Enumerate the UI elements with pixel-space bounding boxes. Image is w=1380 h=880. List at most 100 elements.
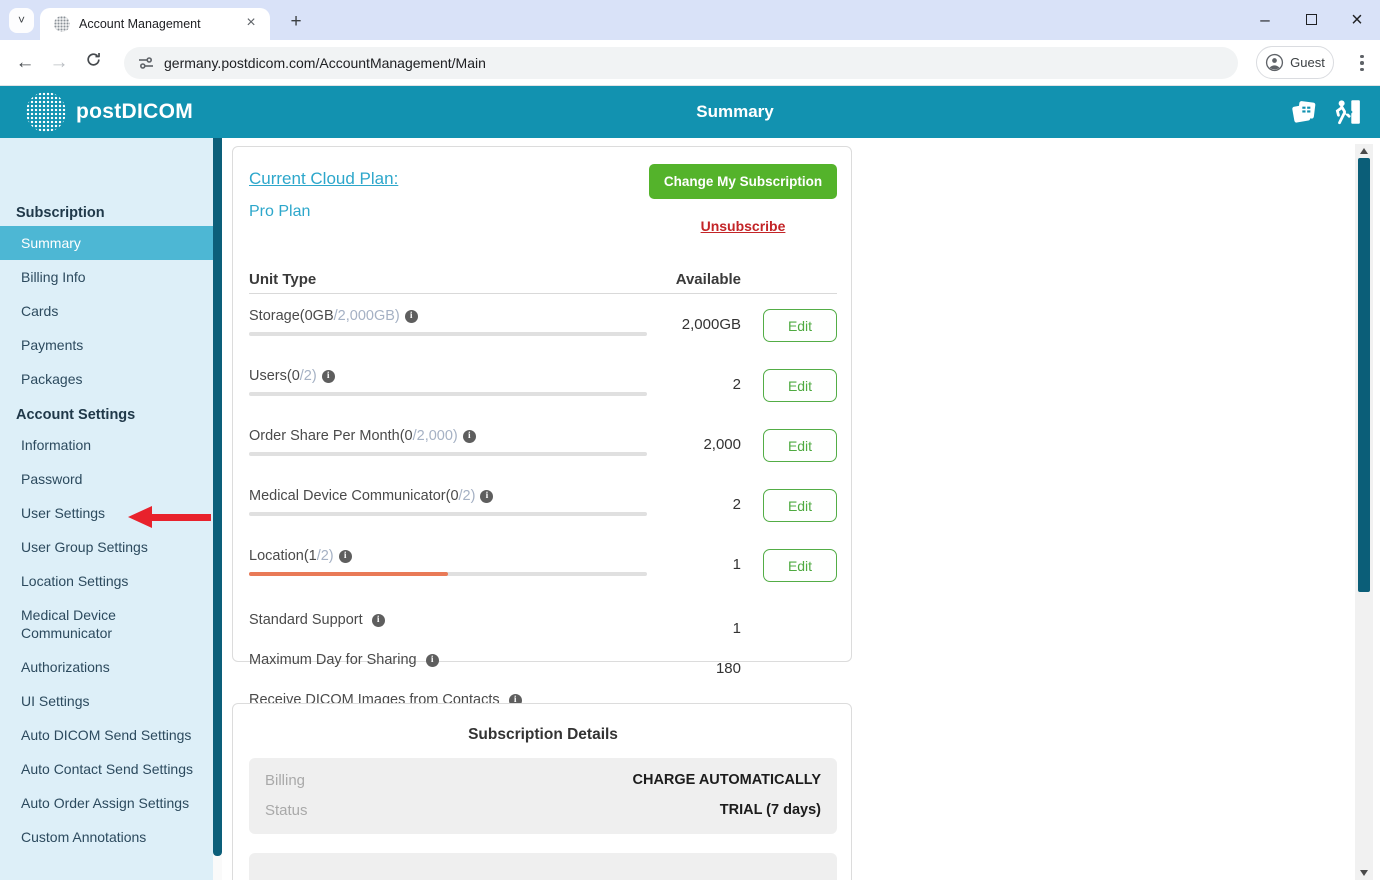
unsubscribe-link[interactable]: Unsubscribe — [649, 218, 837, 234]
maximize-button[interactable] — [1288, 10, 1334, 30]
profile-button[interactable]: Guest — [1256, 46, 1334, 79]
sidebar-item-medical-device-communicator[interactable]: Medical Device Communicator — [0, 598, 213, 650]
main-content: Current Cloud Plan: Pro Plan Change My S… — [222, 138, 1355, 880]
reload-icon — [85, 51, 102, 68]
sidebar-item-authorizations[interactable]: Authorizations — [0, 650, 213, 684]
plan-row-label: Standard Support i — [249, 612, 385, 628]
plan-row-label: Location(1/2)i — [249, 548, 352, 564]
info-icon[interactable]: i — [339, 550, 352, 563]
available-value: 2 — [621, 376, 741, 393]
brand-dots-icon — [26, 92, 66, 132]
logout-icon[interactable] — [1332, 97, 1362, 127]
sidebar-item-payments[interactable]: Payments — [0, 328, 213, 362]
details-value: TRIAL (7 days) — [720, 802, 821, 819]
sidebar-scrollbar-thumb[interactable] — [213, 138, 222, 856]
favicon-icon — [54, 16, 70, 32]
plan-row-storage: Storage(0GB/2,000GB)i2,000GBEdit — [233, 308, 853, 354]
edit-button[interactable]: Edit — [763, 369, 837, 402]
sidebar-item-password[interactable]: Password — [0, 462, 213, 496]
usage-bar — [249, 572, 647, 576]
plan-row-users: Users(0/2)i2Edit — [233, 368, 853, 414]
window-close-button[interactable]: × — [1334, 9, 1380, 32]
tune-icon[interactable] — [138, 55, 154, 71]
edit-button[interactable]: Edit — [763, 549, 837, 582]
brand-logo[interactable]: postDICOM — [26, 92, 193, 132]
browser-toolbar: ← → germany.postdicom.com/AccountManagem… — [0, 40, 1380, 86]
plan-row-maximum-day-for-sharing: Maximum Day for Sharing i180 — [233, 650, 853, 674]
details-row-billing: BillingCHARGE AUTOMATICALLY — [265, 772, 821, 789]
plan-row-order-share-per-month: Order Share Per Month(0/2,000)i2,000Edit — [233, 428, 853, 474]
profile-label: Guest — [1290, 55, 1325, 70]
sidebar-section-header: Account Settings — [0, 402, 213, 428]
sidebar-item-auto-order-assign-settings[interactable]: Auto Order Assign Settings — [0, 786, 213, 820]
details-label: Billing — [265, 772, 305, 789]
sidebar-item-user-settings[interactable]: User Settings — [0, 496, 213, 530]
info-icon[interactable]: i — [405, 310, 418, 323]
sidebar-section-header: Subscription — [0, 200, 213, 226]
browser-tab[interactable]: Account Management × — [40, 8, 270, 40]
plan-row-medical-device-communicator: Medical Device Communicator(0/2)i 2 Edit — [233, 488, 853, 534]
page-scrollbar-thumb[interactable] — [1358, 158, 1370, 592]
change-subscription-button[interactable]: Change My Subscription — [649, 164, 837, 199]
column-header-available: Available — [621, 271, 741, 288]
url-bar[interactable]: germany.postdicom.com/AccountManagement/… — [124, 47, 1238, 79]
sidebar-item-ui-settings[interactable]: UI Settings — [0, 684, 213, 718]
sidebar-item-user-group-settings[interactable]: User Group Settings — [0, 530, 213, 564]
forward-button[interactable]: → — [42, 52, 76, 74]
page-scrollbar — [1355, 144, 1373, 880]
tab-title: Account Management — [79, 17, 242, 31]
plan-card: Current Cloud Plan: Pro Plan Change My S… — [232, 146, 852, 662]
info-icon[interactable]: i — [372, 614, 385, 627]
usage-bar — [249, 512, 647, 516]
sidebar-scrollbar — [213, 138, 222, 880]
reload-button[interactable] — [76, 51, 110, 74]
sidebar-item-auto-dicom-send-settings[interactable]: Auto DICOM Send Settings — [0, 718, 213, 752]
minimize-button[interactable]: – — [1242, 10, 1288, 30]
edit-button[interactable]: Edit — [763, 489, 837, 522]
plan-row-label: Medical Device Communicator(0/2)i — [249, 488, 493, 504]
info-icon[interactable]: i — [426, 654, 439, 667]
plan-row-standard-support: Standard Support i 1 — [233, 610, 853, 634]
scroll-up-icon[interactable] — [1360, 148, 1368, 154]
browser-window: ˅ Account Management × + – × ← → germany… — [0, 0, 1380, 880]
chevron-down-icon[interactable]: ˅ — [9, 8, 34, 33]
usage-bar-fill — [249, 572, 448, 576]
browser-menu-button[interactable] — [1353, 52, 1371, 74]
edit-button[interactable]: Edit — [763, 429, 837, 462]
info-icon[interactable]: i — [322, 370, 335, 383]
sidebar-item-location-settings[interactable]: Location Settings — [0, 564, 213, 598]
scroll-down-icon[interactable] — [1360, 870, 1368, 876]
url-text: germany.postdicom.com/AccountManagement/… — [164, 55, 486, 71]
column-header-unit-type: Unit Type — [249, 271, 316, 288]
page-title: Summary — [90, 86, 1380, 138]
sidebar-item-custom-annotations[interactable]: Custom Annotations — [0, 820, 213, 854]
details-title: Subscription Details — [233, 726, 853, 744]
new-tab-button[interactable]: + — [283, 9, 309, 35]
window-controls: – × — [1242, 0, 1380, 40]
back-button[interactable]: ← — [8, 52, 42, 74]
info-icon[interactable]: i — [463, 430, 476, 443]
sidebar-item-summary[interactable]: Summary — [0, 226, 213, 260]
available-value: 2 — [621, 496, 741, 513]
info-icon[interactable]: i — [480, 490, 493, 503]
brand-name: postDICOM — [76, 100, 193, 124]
sidebar-item-information[interactable]: Information — [0, 428, 213, 462]
sidebar-item-cards[interactable]: Cards — [0, 294, 213, 328]
app-header: Summary postDICOM — [0, 86, 1380, 138]
plan-row-location: Location(1/2)i1Edit — [233, 548, 853, 594]
sidebar-item-auto-contact-send-settings[interactable]: Auto Contact Send Settings — [0, 752, 213, 786]
details-box: BillingCHARGE AUTOMATICALLYStatusTRIAL (… — [249, 758, 837, 834]
edit-button[interactable]: Edit — [763, 309, 837, 342]
plan-row-label: Order Share Per Month(0/2,000)i — [249, 428, 476, 444]
usage-bar — [249, 452, 647, 456]
available-value: 180 — [621, 660, 741, 677]
sidebar-item-packages[interactable]: Packages — [0, 362, 213, 396]
sidebar: SubscriptionSummaryBilling InfoCardsPaym… — [0, 138, 213, 880]
shared-images-icon[interactable] — [1290, 97, 1320, 127]
usage-bar — [249, 392, 647, 396]
current-cloud-plan-link[interactable]: Current Cloud Plan: — [249, 169, 398, 189]
tab-strip: ˅ Account Management × + – × — [0, 0, 1380, 40]
sidebar-item-billing-info[interactable]: Billing Info — [0, 260, 213, 294]
tab-close-icon[interactable]: × — [242, 15, 260, 33]
available-value: 1 — [621, 620, 741, 637]
